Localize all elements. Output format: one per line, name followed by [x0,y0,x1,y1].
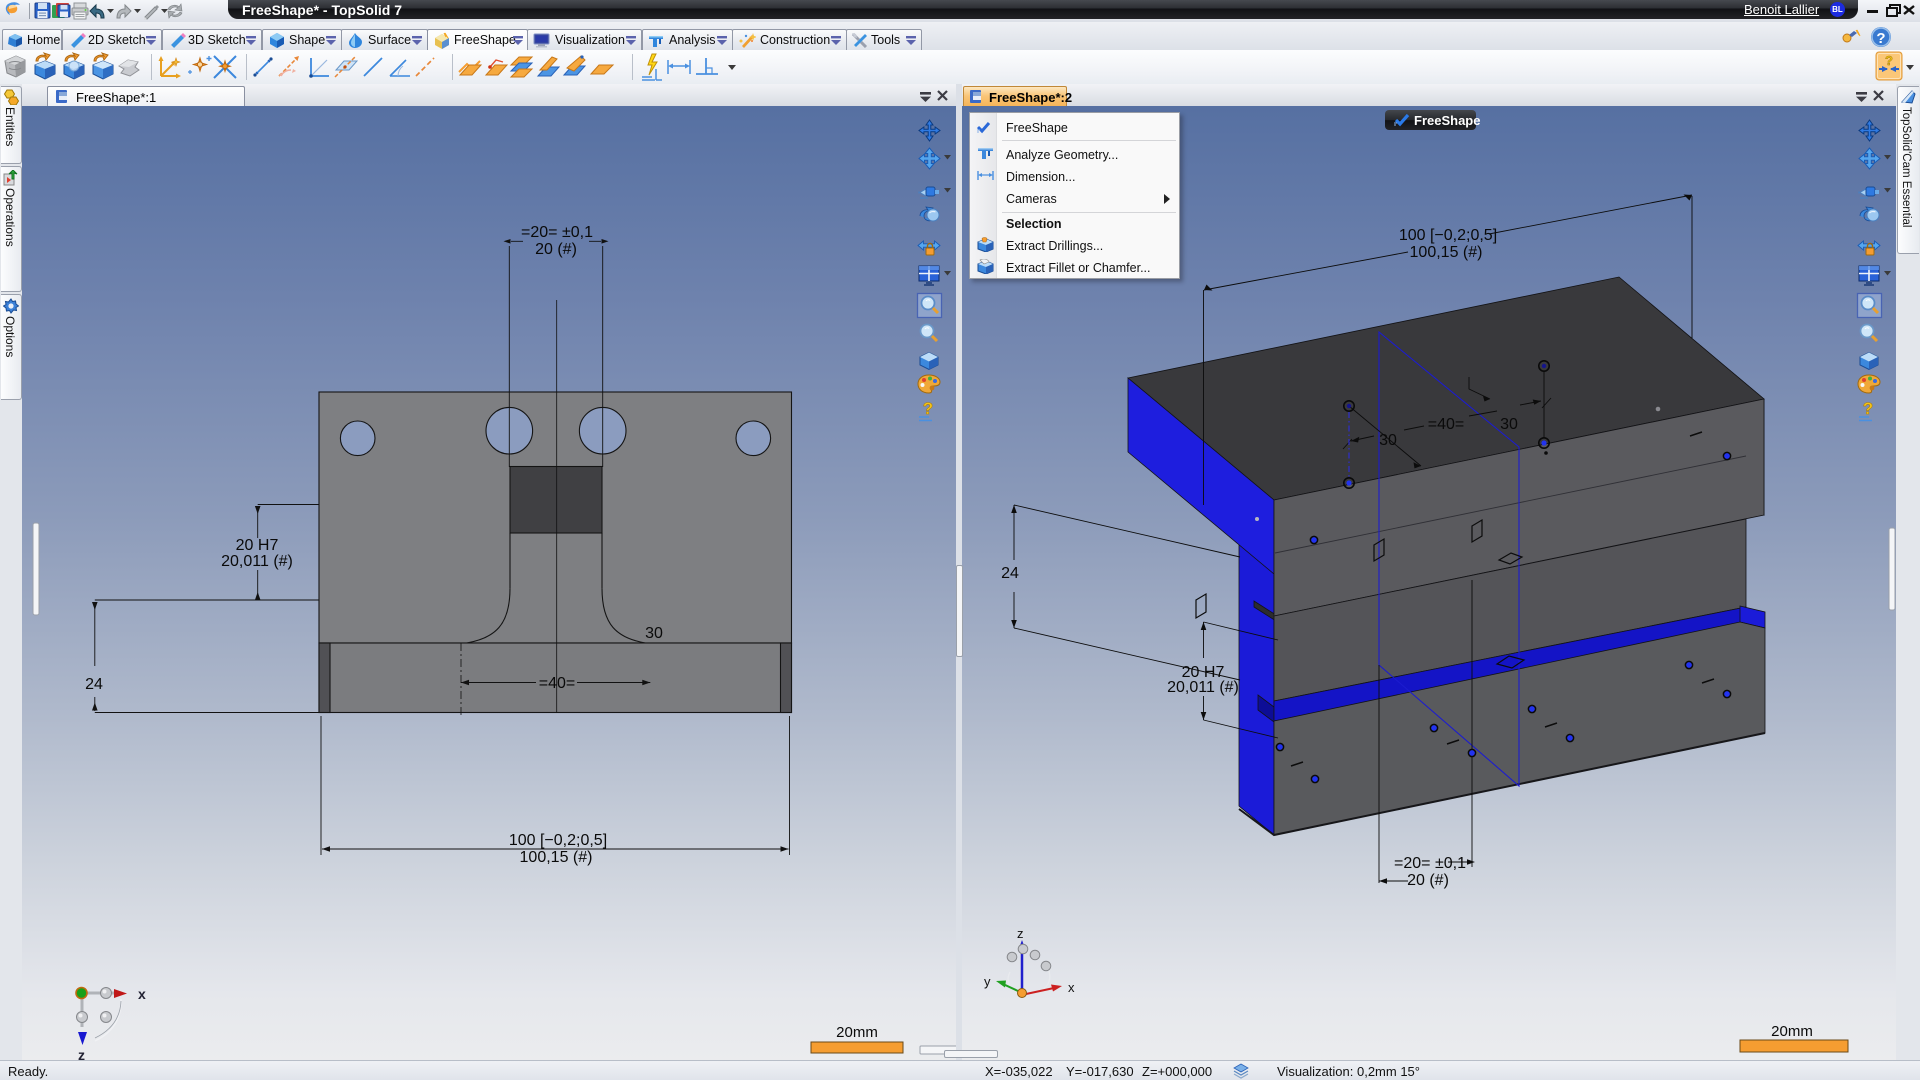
svg-text:30: 30 [1500,416,1518,433]
svg-text:100 [−0,2;0,5]: 100 [−0,2;0,5] [1399,227,1497,244]
svg-text:?: ? [1885,53,1893,68]
svg-text:=40=: =40= [539,675,575,692]
svg-text:z: z [78,1047,85,1060]
svg-text:100,15 (#): 100,15 (#) [520,849,593,866]
svg-text:20,011 (#): 20,011 (#) [1167,679,1239,696]
svg-text:=20= ±0,1: =20= ±0,1 [1394,855,1466,872]
svg-text:20 (#): 20 (#) [535,241,577,258]
svg-text:20 (#): 20 (#) [1407,872,1449,889]
svg-text:?: ? [1876,30,1885,47]
svg-text:x: x [138,986,146,1002]
svg-text:20,011 (#): 20,011 (#) [221,553,293,570]
svg-text:y: y [984,974,991,989]
svg-text:24: 24 [1001,565,1019,582]
svg-text:=40=: =40= [1428,416,1464,433]
svg-text:100 [−0,2;0,5]: 100 [−0,2;0,5] [509,832,607,849]
svg-text:20mm: 20mm [1771,1023,1813,1040]
svg-text:24: 24 [85,676,103,693]
svg-text:20 H7: 20 H7 [236,537,279,554]
svg-text:30: 30 [1379,432,1397,449]
svg-text:20mm: 20mm [836,1024,878,1041]
svg-text:x: x [1068,980,1075,995]
svg-text:30: 30 [645,625,663,642]
svg-text:z: z [1017,926,1024,941]
svg-text:100,15 (#): 100,15 (#) [1410,244,1483,261]
svg-text:=20= ±0,1: =20= ±0,1 [521,224,593,241]
